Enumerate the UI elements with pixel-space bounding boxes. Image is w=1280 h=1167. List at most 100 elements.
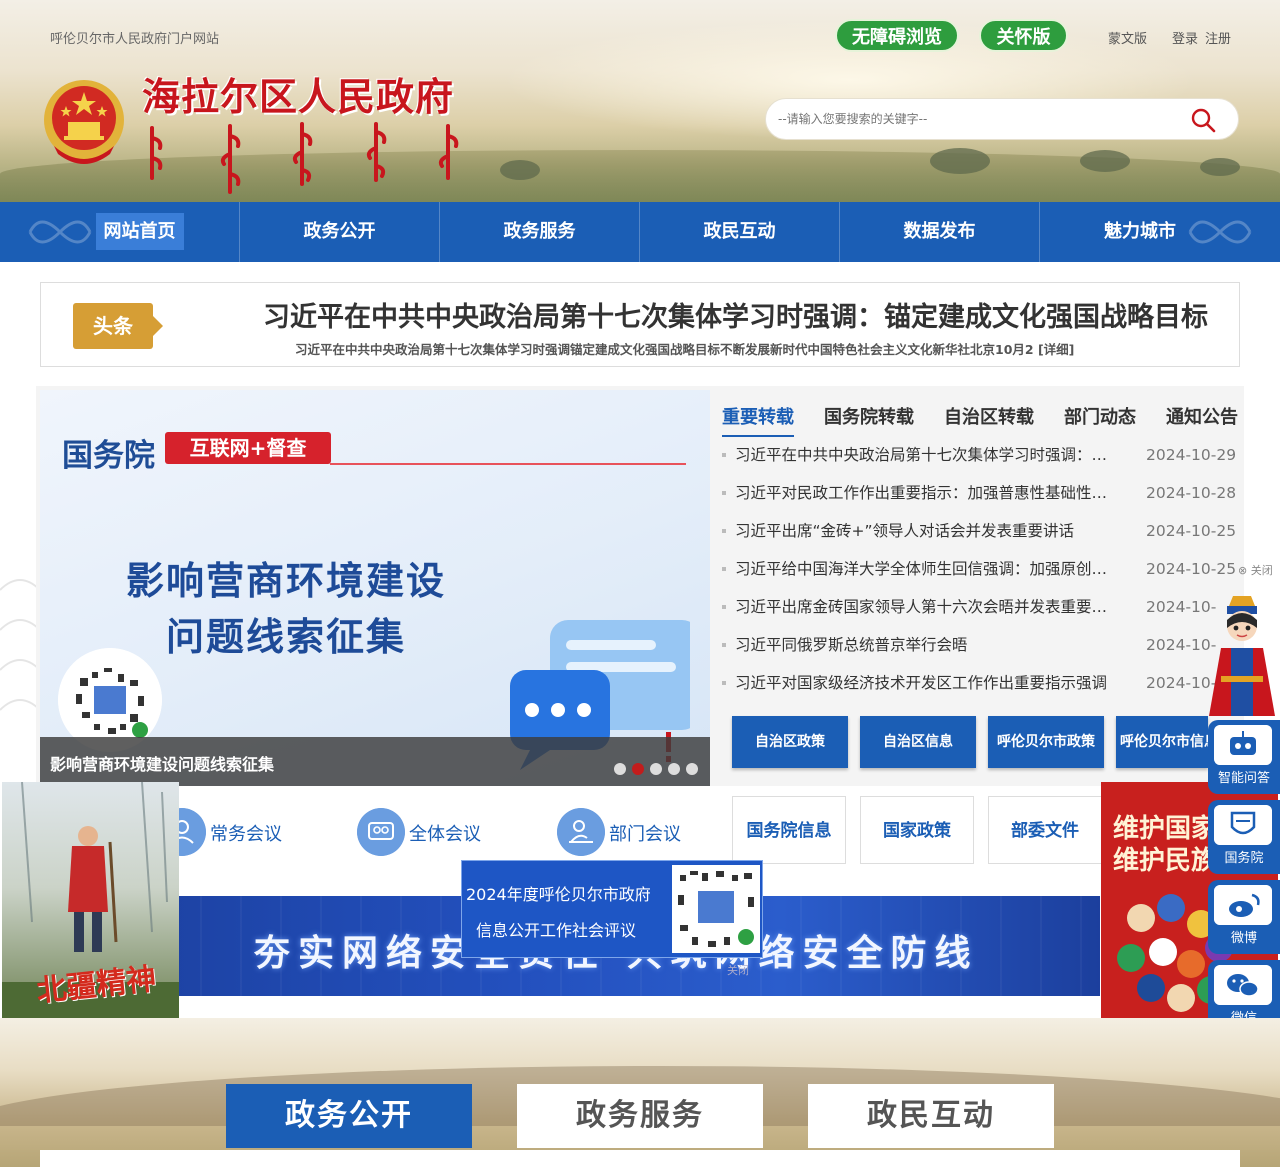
bullet [722,491,726,495]
tree-decoration [1200,158,1240,176]
evaluation-popup[interactable]: 2024年度呼伦贝尔市政府 信息公开工作社会评议 [461,860,763,958]
slide-headline-line2: 问题线索征集 [166,615,407,659]
slide-badge: 互联网+督查 [165,432,331,464]
tab-state-council[interactable]: 国务院转载 [824,403,914,429]
side-tool-label: 智能问答 [1217,771,1270,786]
accessible-browse-button[interactable]: 无障碍浏览 [835,19,959,52]
list-item[interactable]: 习近平在中共中央政治局第十七次集体学习时强调：锚定建成文化强国战略目标 2024-… [720,436,1240,474]
news-title[interactable]: 习近平在中共中央政治局第十七次集体学习时强调：锚定建成文化强国战略目标 [735,436,1119,474]
tree-decoration [500,160,540,180]
nav-label: 数据发布 [903,221,976,242]
nav-gov-services[interactable]: 政务服务 [440,202,640,262]
search-icon[interactable] [1190,107,1216,133]
nav-label: 政民互动 [703,221,776,242]
news-title[interactable]: 习近平出席“金砖+”领导人对话会并发表重要讲话 [735,512,1119,550]
elderly-mode-button[interactable]: 关怀版 [979,19,1068,52]
state-council-info-button[interactable]: 国务院信息 [732,796,846,864]
evaluation-line1: 2024年度呼伦贝尔市政府 [466,885,651,904]
state-council-icon [1214,805,1272,845]
news-title[interactable]: 习近平对民政工作作出重要指示：加强普惠性基础性兜底性民生建设 [735,474,1119,512]
list-item[interactable]: 习近平给中国海洋大学全体师生回信强调：加强原创性引领性科技攻关 2024-10-2… [720,550,1240,588]
slider-dot[interactable] [650,763,662,775]
robot-icon [1214,725,1272,765]
department-meeting-icon [557,808,605,856]
login-link[interactable]: 登录 [1172,28,1198,47]
city-info-button[interactable]: 呼伦贝尔市信息 [1116,716,1208,768]
bottom-content-panel [40,1150,1240,1167]
city-policy-button[interactable]: 呼伦贝尔市政策 [988,716,1104,768]
nav-home[interactable]: 网站首页 [40,202,240,262]
tab-department-news[interactable]: 部门动态 [1064,403,1136,429]
list-item[interactable]: 习近平出席“金砖+”领导人对话会并发表重要讲话 2024-10-25 [720,512,1240,550]
national-emblem-icon [44,80,124,164]
beijiang-spirit-poster[interactable]: 北疆精神 [2,782,179,1046]
region-info-button[interactable]: 自治区信息 [860,716,976,768]
news-title[interactable]: 习近平给中国海洋大学全体师生回信强调：加强原创性引领性科技攻关 [735,550,1119,588]
news-title[interactable]: 习近平同俄罗斯总统普京举行会晤 [735,626,1119,664]
mascot-close-button[interactable]: ⊗ 关闭 [1238,562,1273,578]
tab-gov-affairs-open[interactable]: 政务公开 [226,1084,472,1148]
bullet [722,453,726,457]
search-input[interactable] [778,109,1178,129]
ministry-documents-button[interactable]: 部委文件 [988,796,1102,864]
bullet [722,567,726,571]
list-item[interactable]: 习近平对民政工作作出重要指示：加强普惠性基础性兜底性民生建设 2024-10-28 [720,474,1240,512]
nav-charming-city[interactable]: 魅力城市 [1040,202,1240,262]
department-meeting-link[interactable]: 部门会议 [557,808,687,856]
qr-code-icon [672,865,760,953]
main-navigation: 网站首页 政务公开 政务服务 政民互动 数据发布 魅力城市 [0,202,1280,262]
nav-interaction[interactable]: 政民互动 [640,202,840,262]
news-date: 2024-10-25 [1146,522,1237,540]
mongolian-script-title [150,122,459,194]
poster-figure [2,782,179,1046]
slider-dot[interactable] [614,763,626,775]
side-tool-label: 微博 [1230,931,1257,946]
headline-title[interactable]: 习近平在中共中央政治局第十七次集体学习时强调：锚定建成文化强国战略目标 [263,295,1223,334]
tab-gov-services[interactable]: 政务服务 [517,1084,763,1148]
list-item[interactable]: 习近平出席金砖国家领导人第十六次会晤并发表重要讲话 2024-10- [720,588,1240,626]
plenary-meeting-link[interactable]: 全体会议 [357,808,487,856]
news-title[interactable]: 习近平对国家级经济技术开发区工作作出重要指示强调 [735,664,1119,702]
image-slider[interactable]: 国务院 互联网+督查 影响营商环境建设 问题线索征集 影响营商环境建设问题线索征… [40,390,710,786]
state-council-button[interactable]: 国务院 [1208,800,1280,874]
register-link[interactable]: 注册 [1205,28,1231,47]
news-date: 2024-10-28 [1146,484,1237,502]
parent-site-link[interactable]: 呼伦贝尔市人民政府门户网站 [50,28,219,47]
slide-caption[interactable]: 影响营商环境建设问题线索征集 [50,751,274,775]
site-header: 呼伦贝尔市人民政府门户网站 海拉尔区人民政府 无障碍浏览 关怀版 蒙文版 登录 … [0,0,1280,202]
nav-gov-affairs-open[interactable]: 政务公开 [240,202,440,262]
news-date: 2024-10-25 [1146,560,1237,578]
mascot-girl-icon[interactable] [1205,592,1279,718]
slider-dot[interactable] [686,763,698,775]
bullet [722,643,726,647]
tab-autonomous-region[interactable]: 自治区转载 [944,403,1034,429]
list-item[interactable]: 习近平同俄罗斯总统普京举行会晤 2024-10- [720,626,1240,664]
tab-interaction[interactable]: 政民互动 [808,1084,1054,1148]
headline-tag: 头条 [73,303,163,349]
slider-dot-active[interactable] [632,763,644,775]
meeting-label: 全体会议 [409,824,481,845]
nav-label: 政务公开 [303,221,376,242]
smart-qa-button[interactable]: 智能问答 [1208,720,1280,794]
national-policy-button[interactable]: 国家政策 [860,796,974,864]
headline-summary[interactable]: 习近平在中共中央政治局第十七次集体学习时强调锚定建成文化强国战略目标不断发展新时… [295,339,1195,358]
evaluation-close-button[interactable]: 关闭 [727,962,749,978]
slide-brand: 国务院 [62,438,155,474]
news-tabs: 重要转载 国务院转载 自治区转载 部门动态 通知公告 [722,403,1242,437]
list-item[interactable]: 习近平对国家级经济技术开发区工作作出重要指示强调 2024-10- [720,664,1240,702]
nav-data-release[interactable]: 数据发布 [840,202,1040,262]
slider-dot[interactable] [668,763,680,775]
group-meeting-icon [357,808,405,856]
weibo-button[interactable]: 微博 [1208,880,1280,954]
news-title[interactable]: 习近平出席金砖国家领导人第十六次会晤并发表重要讲话 [735,588,1119,626]
region-policy-button[interactable]: 自治区政策 [732,716,848,768]
news-list: 习近平在中共中央政治局第十七次集体学习时强调：锚定建成文化强国战略目标 2024-… [720,436,1240,702]
mongolian-version-link[interactable]: 蒙文版 [1108,28,1147,47]
tab-important[interactable]: 重要转载 [722,403,794,437]
bullet [722,529,726,533]
tab-notices[interactable]: 通知公告 [1166,403,1238,429]
poster-line2: 维护民族 [1113,846,1218,876]
decorative-pattern [0,579,40,711]
bullet [722,681,726,685]
meeting-label: 常务会议 [210,824,282,845]
